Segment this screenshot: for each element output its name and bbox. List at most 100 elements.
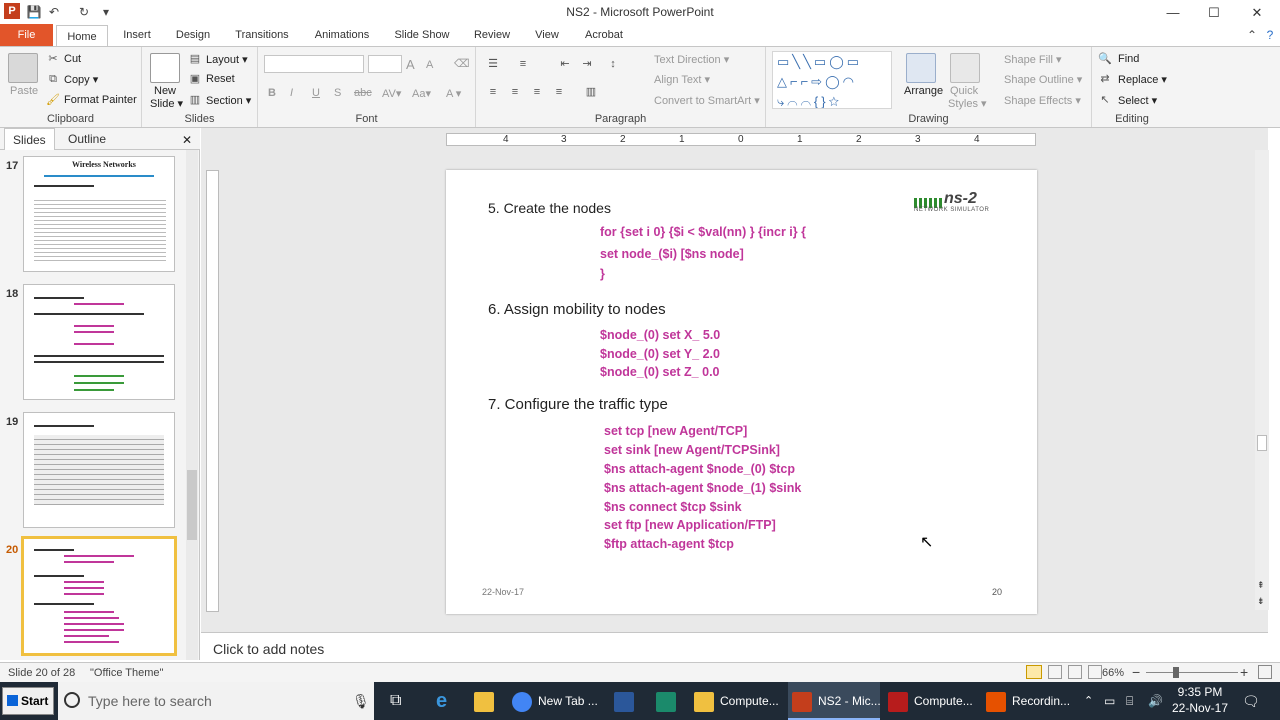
- convert-smartart-button[interactable]: Convert to SmartArt ▾: [654, 94, 760, 107]
- theme-name[interactable]: "Office Theme": [90, 667, 163, 679]
- zoom-level[interactable]: 66%: [1102, 667, 1124, 679]
- close-button[interactable]: ✕: [1242, 4, 1272, 22]
- taskbar-clock[interactable]: 9:35 PM 22-Nov-17: [1170, 684, 1230, 716]
- tab-design[interactable]: Design: [170, 24, 216, 46]
- tab-view[interactable]: View: [526, 24, 568, 46]
- paste-button[interactable]: Paste: [10, 85, 38, 97]
- increase-indent-icon[interactable]: ⇥: [580, 57, 594, 71]
- paste-icon[interactable]: [8, 53, 38, 83]
- copy-icon[interactable]: ⧉: [46, 72, 60, 86]
- taskbar-item-chrome[interactable]: New Tab ...: [512, 682, 604, 720]
- quick-styles-icon[interactable]: [950, 53, 980, 83]
- cut-icon[interactable]: ✂: [46, 52, 60, 66]
- slide-scrollbar[interactable]: ⇞ ⇟: [1255, 150, 1269, 610]
- taskbar-item-powerpoint[interactable]: NS2 - Mic...: [788, 682, 881, 720]
- align-text-button[interactable]: Align Text ▾: [654, 73, 710, 86]
- scrollbar-thumb[interactable]: [187, 470, 197, 540]
- volume-icon[interactable]: 🔊: [1148, 682, 1164, 720]
- numbering-icon[interactable]: ≡: [516, 57, 530, 71]
- shrink-font-button[interactable]: A: [426, 59, 433, 71]
- new-slide-button[interactable]: Slide ▾: [150, 97, 183, 110]
- columns-icon[interactable]: ▥: [584, 85, 598, 99]
- minimize-button[interactable]: —: [1158, 4, 1188, 22]
- thumbnail-scrollbar[interactable]: [186, 150, 198, 660]
- tab-home[interactable]: Home: [56, 25, 108, 47]
- tab-slides[interactable]: Slides: [4, 128, 55, 150]
- tab-insert[interactable]: Insert: [114, 24, 160, 46]
- slide-thumbnail-20[interactable]: [21, 536, 177, 656]
- maximize-button[interactable]: ☐: [1199, 4, 1229, 22]
- network-icon[interactable]: ⌸: [1126, 682, 1142, 720]
- shape-outline-button[interactable]: Shape Outline ▾: [1004, 73, 1082, 86]
- slide-show-icon[interactable]: [1088, 665, 1102, 679]
- font-color-button[interactable]: A ▾: [446, 87, 461, 100]
- scrollbar-thumb[interactable]: [1257, 435, 1267, 451]
- underline-button[interactable]: U: [312, 87, 320, 99]
- reset-icon[interactable]: ▣: [188, 72, 202, 86]
- zoom-slider[interactable]: [1146, 672, 1238, 673]
- format-painter-icon[interactable]: 🖌: [46, 93, 60, 107]
- tab-file[interactable]: File: [0, 24, 53, 46]
- section-icon[interactable]: ▥: [188, 93, 202, 107]
- notes-pane[interactable]: Click to add notes: [201, 632, 1268, 662]
- new-slide-icon[interactable]: [150, 53, 180, 83]
- copy-button[interactable]: Copy ▾: [64, 73, 98, 86]
- store-icon[interactable]: [474, 682, 498, 720]
- shape-effects-button[interactable]: Shape Effects ▾: [1004, 94, 1081, 107]
- slide-thumbnail-17[interactable]: Wireless Networks: [23, 156, 175, 272]
- find-icon[interactable]: 🔍: [1098, 52, 1112, 66]
- close-pane-icon[interactable]: ✕: [182, 133, 192, 147]
- align-center-icon[interactable]: ≡: [508, 85, 522, 99]
- tab-transitions[interactable]: Transitions: [228, 24, 296, 46]
- quick-styles-button[interactable]: Styles ▾: [948, 97, 987, 110]
- align-right-icon[interactable]: ≡: [530, 85, 544, 99]
- reading-view-icon[interactable]: [1068, 665, 1082, 679]
- reset-button[interactable]: Reset: [206, 73, 235, 85]
- char-spacing-button[interactable]: AV▾: [382, 87, 401, 100]
- replace-icon[interactable]: ⇄: [1098, 72, 1112, 86]
- cut-button[interactable]: Cut: [64, 53, 81, 65]
- new-slide-label[interactable]: New: [154, 85, 176, 97]
- shapes-gallery[interactable]: ▭╲╲▭◯▭ △⌐⌐⇨◯◠ ⤷⌒⌒{}☆: [772, 51, 892, 109]
- zoom-slider-thumb[interactable]: [1173, 667, 1179, 678]
- bold-button[interactable]: B: [268, 87, 276, 99]
- battery-icon[interactable]: ▭: [1104, 682, 1120, 720]
- microphone-icon[interactable]: 🎙: [352, 682, 370, 720]
- clear-formatting-icon[interactable]: ⌫: [454, 57, 470, 70]
- tab-animations[interactable]: Animations: [308, 24, 376, 46]
- task-view-icon[interactable]: ⧉: [390, 682, 414, 720]
- normal-view-icon[interactable]: [1026, 665, 1042, 679]
- line-spacing-icon[interactable]: ↕: [606, 57, 620, 71]
- zoom-out-button[interactable]: −: [1132, 664, 1140, 680]
- slide-thumbnail-18[interactable]: [23, 284, 175, 400]
- strikethrough-button[interactable]: abc: [354, 87, 372, 99]
- replace-button[interactable]: Replace ▾: [1118, 73, 1167, 86]
- start-button[interactable]: Start: [2, 687, 54, 715]
- select-button[interactable]: Select ▾: [1118, 94, 1157, 107]
- slide-sorter-icon[interactable]: [1048, 665, 1062, 679]
- taskbar-item-explorer[interactable]: Compute...: [694, 682, 784, 720]
- zoom-in-button[interactable]: +: [1240, 664, 1248, 680]
- tab-slide-show[interactable]: Slide Show: [388, 24, 456, 46]
- decrease-indent-icon[interactable]: ⇤: [558, 57, 572, 71]
- align-left-icon[interactable]: ≡: [486, 85, 500, 99]
- section-button[interactable]: Section ▾: [206, 94, 251, 107]
- slide-thumbnail-19[interactable]: [23, 412, 175, 528]
- tab-review[interactable]: Review: [468, 24, 516, 46]
- layout-icon[interactable]: ▤: [188, 52, 202, 66]
- slide-canvas[interactable]: ns-2 NETWORK SIMULATOR 5. Create the nod…: [446, 170, 1037, 614]
- horizontal-ruler[interactable]: 4 3 2 1 0 1 2 3 4: [446, 133, 1036, 146]
- font-size-select[interactable]: [368, 55, 402, 73]
- find-button[interactable]: Find: [1118, 53, 1139, 65]
- fit-to-window-icon[interactable]: [1258, 665, 1272, 679]
- layout-button[interactable]: Layout ▾: [206, 53, 248, 66]
- taskbar-search[interactable]: Type here to search 🎙: [58, 682, 374, 720]
- notifications-icon[interactable]: 🗨: [1242, 682, 1262, 720]
- arrange-button[interactable]: Arrange: [904, 85, 943, 97]
- arrange-icon[interactable]: [906, 53, 936, 83]
- app-icon[interactable]: [656, 682, 680, 720]
- previous-slide-icon[interactable]: ⇞: [1257, 580, 1265, 591]
- edge-browser-icon[interactable]: e: [436, 682, 460, 720]
- text-direction-button[interactable]: Text Direction ▾: [654, 53, 729, 66]
- notes-placeholder[interactable]: Click to add notes: [213, 641, 324, 657]
